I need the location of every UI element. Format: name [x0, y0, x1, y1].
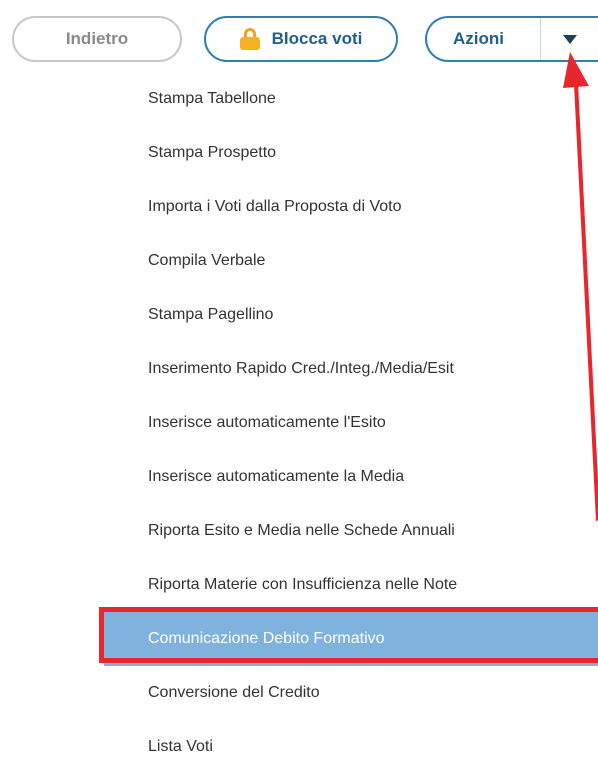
toolbar: Indietro Blocca voti Azioni	[0, 0, 598, 70]
menu-item-inserisce-esito[interactable]: Inserisce automaticamente l'Esito	[0, 396, 598, 450]
menu-item-label: Riporta Esito e Media nelle Schede Annua…	[148, 522, 455, 539]
menu-item-stampa-pagellino[interactable]: Stampa Pagellino	[0, 288, 598, 342]
menu-item-label: Lista Voti	[148, 738, 213, 755]
menu-item-stampa-prospetto[interactable]: Stampa Prospetto	[0, 126, 598, 180]
menu-item-label: Inserisce automaticamente la Media	[148, 468, 405, 485]
actions-label: Azioni	[453, 29, 504, 48]
menu-item-lista-voti[interactable]: Lista Voti	[0, 720, 598, 774]
lock-grades-button[interactable]: Blocca voti	[204, 16, 398, 62]
menu-item-label: Conversione del Credito	[148, 684, 320, 701]
menu-item-riporta-esito-media[interactable]: Riporta Esito e Media nelle Schede Annua…	[0, 504, 598, 558]
menu-item-label: Stampa Prospetto	[148, 144, 277, 161]
menu-item-label: Riporta Materie con Insufficienza nelle …	[148, 576, 458, 593]
annotation-highlight-box	[99, 607, 598, 663]
menu-item-importa-voti[interactable]: Importa i Voti dalla Proposta di Voto	[0, 180, 598, 234]
menu-item-riporta-materie[interactable]: Riporta Materie con Insufficienza nelle …	[0, 558, 598, 612]
lock-grades-label: Blocca voti	[271, 29, 363, 48]
menu-item-inserisce-media[interactable]: Inserisce automaticamente la Media	[0, 450, 598, 504]
lock-icon	[239, 28, 260, 50]
menu-item-stampa-tabellone[interactable]: Stampa Tabellone	[0, 72, 598, 126]
back-button-label: Indietro	[65, 29, 129, 48]
caret-down-icon	[563, 34, 577, 44]
menu-item-label: Compila Verbale	[148, 252, 266, 269]
menu-item-label: Stampa Tabellone	[148, 90, 276, 107]
menu-item-inserimento-rapido[interactable]: Inserimento Rapido Cred./Integ./Media/Es…	[0, 342, 598, 396]
menu-item-compila-verbale[interactable]: Compila Verbale	[0, 234, 598, 288]
menu-item-conversione-credito[interactable]: Conversione del Credito	[0, 666, 598, 720]
menu-item-label: Stampa Pagellino	[148, 306, 274, 323]
menu-item-label: Inserisce automaticamente l'Esito	[148, 414, 386, 431]
back-button[interactable]: Indietro	[12, 16, 182, 62]
actions-dropdown-toggle[interactable]	[540, 18, 598, 60]
menu-item-label: Inserimento Rapido Cred./Integ./Media/Es…	[148, 360, 454, 377]
menu-item-label: Importa i Voti dalla Proposta di Voto	[148, 198, 402, 215]
